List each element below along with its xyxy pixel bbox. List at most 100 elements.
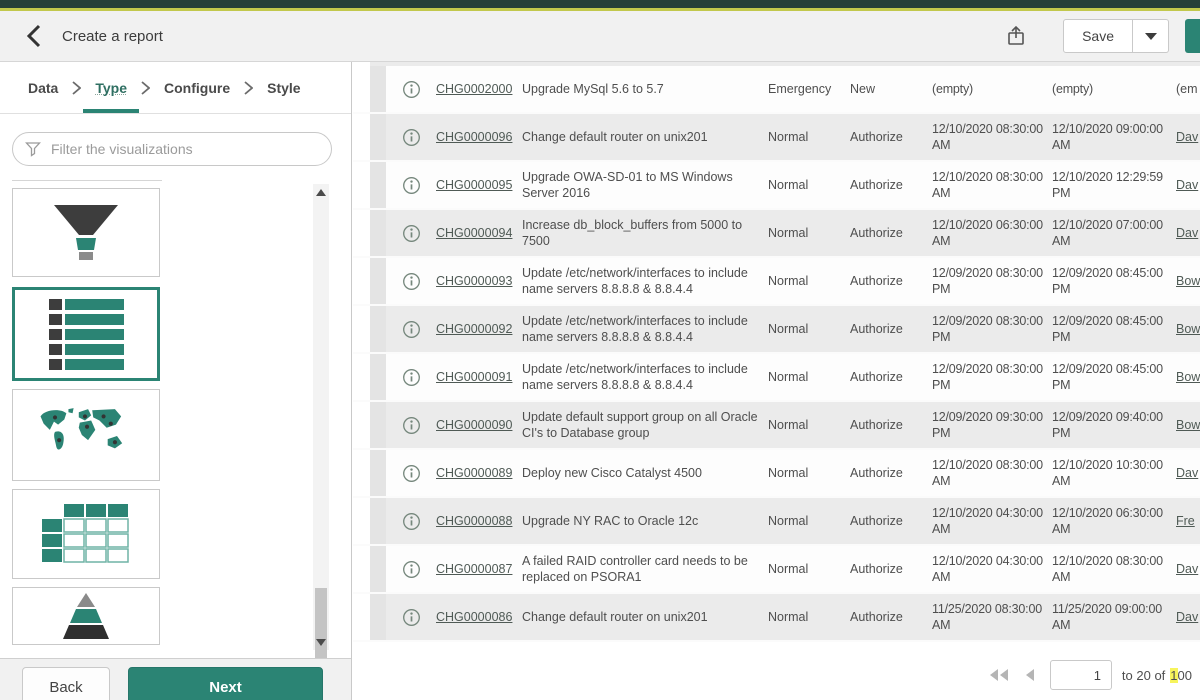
- end-date-cell: 12/10/2020 06:30:00 AM: [1052, 505, 1170, 537]
- assigned-to-link[interactable]: Dav: [1176, 610, 1200, 624]
- info-button[interactable]: [386, 368, 436, 387]
- info-button[interactable]: [386, 416, 436, 435]
- table-row[interactable]: CHG0000090 Update default support group …: [353, 402, 1200, 450]
- assigned-to-link[interactable]: Bow: [1176, 322, 1200, 336]
- row-gutter: [370, 546, 386, 592]
- start-date-cell: 12/10/2020 08:30:00 AM: [932, 121, 1050, 153]
- viz-list-selected[interactable]: [12, 287, 160, 381]
- step-style[interactable]: Style: [267, 80, 300, 96]
- run-button-partial[interactable]: [1185, 19, 1200, 53]
- table-row[interactable]: CHG0000096 Change default router on unix…: [353, 114, 1200, 162]
- change-number-link[interactable]: CHG0000091: [436, 370, 522, 384]
- change-number-link[interactable]: CHG0000095: [436, 178, 522, 192]
- change-number-link[interactable]: CHG0000092: [436, 322, 522, 336]
- list-icon: [49, 299, 124, 370]
- scroll-up-icon[interactable]: [313, 184, 329, 200]
- scroll-down-icon[interactable]: [313, 634, 329, 650]
- change-number-link[interactable]: CHG0000087: [436, 562, 522, 576]
- step-configure[interactable]: Configure: [164, 80, 230, 96]
- viz-pyramid[interactable]: [12, 587, 160, 645]
- assigned-to-link[interactable]: Fre: [1176, 514, 1200, 528]
- page-title: Create a report: [62, 28, 163, 45]
- priority-cell: Normal: [768, 610, 838, 624]
- chevron-right-icon: [72, 81, 81, 95]
- first-page-button[interactable]: [988, 667, 1010, 683]
- priority-cell: Normal: [768, 178, 838, 192]
- end-date-cell: 12/10/2020 09:00:00 AM: [1052, 121, 1170, 153]
- page-number-input[interactable]: [1050, 660, 1112, 690]
- save-split-button: Save: [1063, 19, 1169, 53]
- table-row[interactable]: CHG0000091 Update /etc/network/interface…: [353, 354, 1200, 402]
- step-type[interactable]: Type: [95, 80, 127, 96]
- change-request-table: CHG0002000 Upgrade MySql 5.6 to 5.7 Emer…: [353, 62, 1200, 700]
- save-dropdown-button[interactable]: [1133, 19, 1169, 53]
- assigned-to-link[interactable]: Bow: [1176, 370, 1200, 384]
- info-circle-icon: [402, 368, 421, 387]
- visualization-list: [0, 174, 351, 658]
- table-row[interactable]: CHG0000088 Upgrade NY RAC to Oracle 12c …: [353, 498, 1200, 546]
- change-number-link[interactable]: CHG0000090: [436, 418, 522, 432]
- info-button[interactable]: [386, 464, 436, 483]
- end-date-cell: 12/10/2020 12:29:59 PM: [1052, 169, 1170, 201]
- table-row[interactable]: CHG0000087 A failed RAID controller card…: [353, 546, 1200, 594]
- assigned-to-link[interactable]: Dav: [1176, 130, 1200, 144]
- table-rows: CHG0002000 Upgrade MySql 5.6 to 5.7 Emer…: [353, 66, 1200, 642]
- row-gutter: [370, 402, 386, 448]
- change-number-link[interactable]: CHG0000094: [436, 226, 522, 240]
- assigned-to-link[interactable]: Dav: [1176, 226, 1200, 240]
- info-button[interactable]: [386, 560, 436, 579]
- info-button[interactable]: [386, 176, 436, 195]
- viz-funnel-chart[interactable]: [12, 188, 160, 277]
- share-button[interactable]: [999, 19, 1033, 53]
- table-row[interactable]: CHG0000093 Update /etc/network/interface…: [353, 258, 1200, 306]
- info-button[interactable]: [386, 128, 436, 147]
- row-gutter: [370, 594, 386, 640]
- change-number-link[interactable]: CHG0002000: [436, 82, 522, 96]
- table-row[interactable]: CHG0000094 Increase db_block_buffers fro…: [353, 210, 1200, 258]
- assigned-to-link[interactable]: Dav: [1176, 562, 1200, 576]
- state-cell: Authorize: [850, 514, 920, 528]
- change-number-link[interactable]: CHG0000096: [436, 130, 522, 144]
- chevron-right-icon: [141, 81, 150, 95]
- info-button[interactable]: [386, 320, 436, 339]
- info-button[interactable]: [386, 272, 436, 291]
- change-number-link[interactable]: CHG0000086: [436, 610, 522, 624]
- assigned-to-link[interactable]: Bow: [1176, 274, 1200, 288]
- change-number-link[interactable]: CHG0000088: [436, 514, 522, 528]
- table-row[interactable]: CHG0000092 Update /etc/network/interface…: [353, 306, 1200, 354]
- state-cell: Authorize: [850, 226, 920, 240]
- end-date-cell: 12/09/2020 08:45:00 PM: [1052, 313, 1170, 345]
- info-circle-icon: [402, 560, 421, 579]
- save-button[interactable]: Save: [1063, 19, 1133, 53]
- priority-cell: Normal: [768, 418, 838, 432]
- row-pad: [353, 258, 370, 304]
- viz-world-map[interactable]: [12, 389, 160, 481]
- step-data[interactable]: Data: [28, 80, 58, 96]
- table-row[interactable]: CHG0002000 Upgrade MySql 5.6 to 5.7 Emer…: [353, 66, 1200, 114]
- short-description-cell: Update /etc/network/interfaces to includ…: [522, 265, 762, 297]
- back-arrow-button[interactable]: [14, 16, 54, 56]
- info-button[interactable]: [386, 80, 436, 99]
- funnel-filter-icon: [25, 141, 41, 157]
- change-number-link[interactable]: CHG0000089: [436, 466, 522, 480]
- priority-cell: Emergency: [768, 82, 838, 96]
- change-number-link[interactable]: CHG0000093: [436, 274, 522, 288]
- table-row[interactable]: CHG0000095 Upgrade OWA-SD-01 to MS Windo…: [353, 162, 1200, 210]
- info-button[interactable]: [386, 224, 436, 243]
- viz-scrollbar[interactable]: [313, 184, 329, 650]
- next-button[interactable]: Next: [128, 667, 323, 700]
- assigned-to-link[interactable]: Bow: [1176, 418, 1200, 432]
- back-button[interactable]: Back: [22, 667, 110, 700]
- filter-input[interactable]: [51, 141, 319, 157]
- info-button[interactable]: [386, 512, 436, 531]
- table-row[interactable]: CHG0000089 Deploy new Cisco Catalyst 450…: [353, 450, 1200, 498]
- table-row[interactable]: CHG0000086 Change default router on unix…: [353, 594, 1200, 642]
- info-button[interactable]: [386, 608, 436, 627]
- assigned-to-link[interactable]: Dav: [1176, 466, 1200, 480]
- previous-page-button[interactable]: [1024, 667, 1036, 683]
- end-date-cell: 12/09/2020 09:40:00 PM: [1052, 409, 1170, 441]
- caret-down-icon: [1145, 33, 1157, 40]
- assigned-to-link[interactable]: Dav: [1176, 178, 1200, 192]
- viz-pivot-table[interactable]: [12, 489, 160, 579]
- assigned-to-link[interactable]: (em: [1176, 82, 1200, 96]
